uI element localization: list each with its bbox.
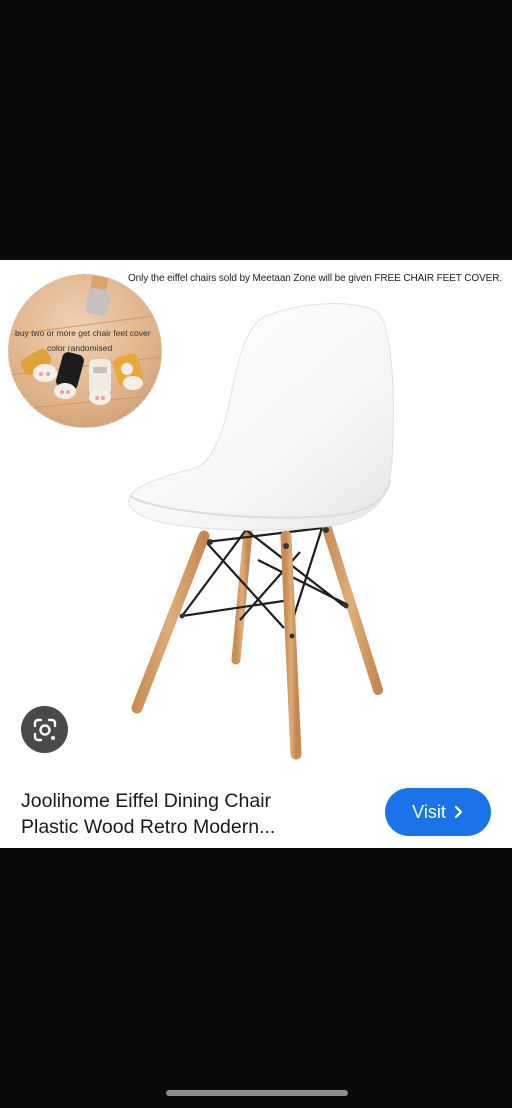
product-title-line2: Plastic Wood Retro Modern... <box>21 816 276 838</box>
result-card[interactable]: Only the eiffel chairs sold by Meetaan Z… <box>0 260 512 848</box>
visit-button-label: Visit <box>412 801 446 822</box>
home-indicator[interactable] <box>166 1090 348 1096</box>
lens-search-button[interactable] <box>21 706 68 753</box>
chevron-right-icon <box>454 805 462 819</box>
screen: Only the eiffel chairs sold by Meetaan Z… <box>0 0 512 1108</box>
visit-button[interactable]: Visit <box>385 788 491 836</box>
chair-illustration <box>128 303 394 760</box>
product-title[interactable]: Joolihome Eiffel Dining Chair Plastic Wo… <box>21 788 351 840</box>
product-title-line1: Joolihome Eiffel Dining Chair <box>21 790 272 812</box>
product-image[interactable]: Only the eiffel chairs sold by Meetaan Z… <box>0 260 512 780</box>
google-lens-icon <box>33 718 56 741</box>
